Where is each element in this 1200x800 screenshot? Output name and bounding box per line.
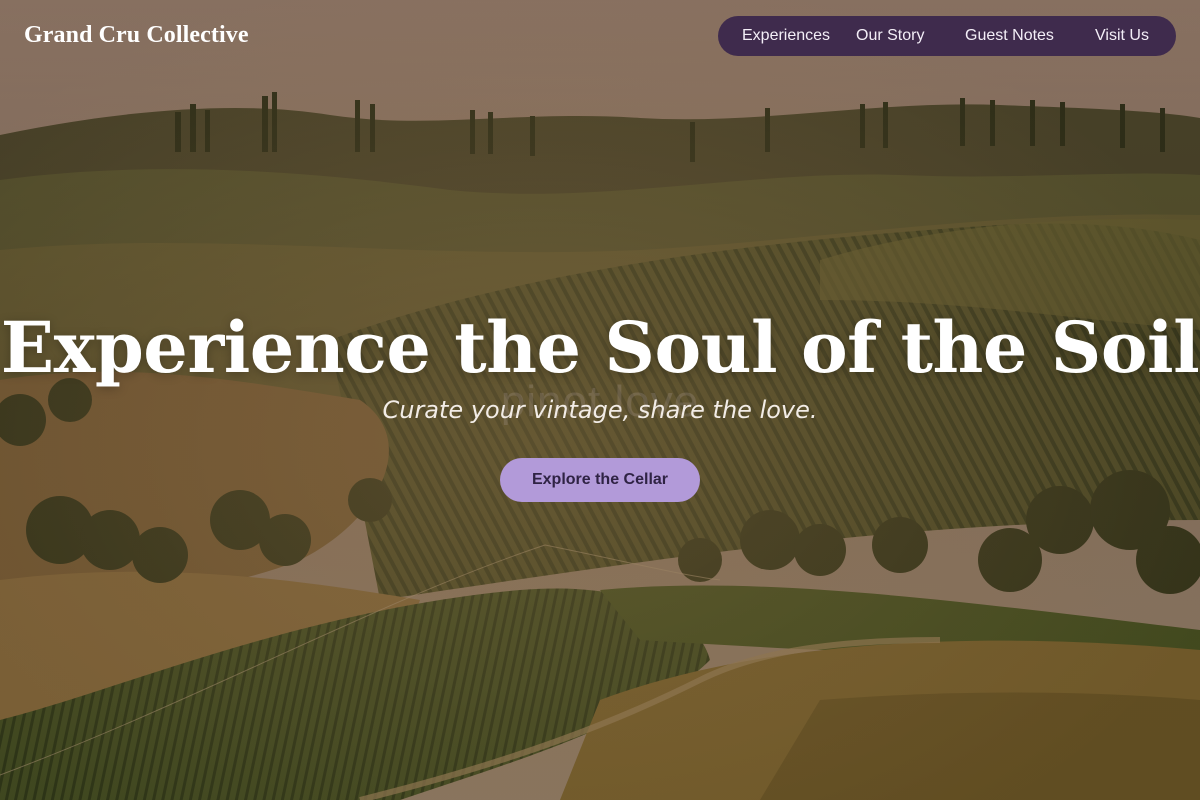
main-nav: Experiences Our Story Guest Notes Visit … xyxy=(718,16,1176,56)
brand-logo[interactable]: Grand Cru Collective xyxy=(24,22,249,49)
nav-link-visit-us[interactable]: Visit Us xyxy=(1095,16,1149,56)
hero-title: Experience the Soul of the Soil xyxy=(0,306,1200,389)
nav-link-guest-notes[interactable]: Guest Notes xyxy=(965,16,1054,56)
nav-link-experiences[interactable]: Experiences xyxy=(742,16,830,56)
hero-subtitle: Curate your vintage, share the love. xyxy=(382,396,818,424)
explore-cellar-button[interactable]: Explore the Cellar xyxy=(500,458,700,502)
nav-link-our-story[interactable]: Our Story xyxy=(856,16,924,56)
